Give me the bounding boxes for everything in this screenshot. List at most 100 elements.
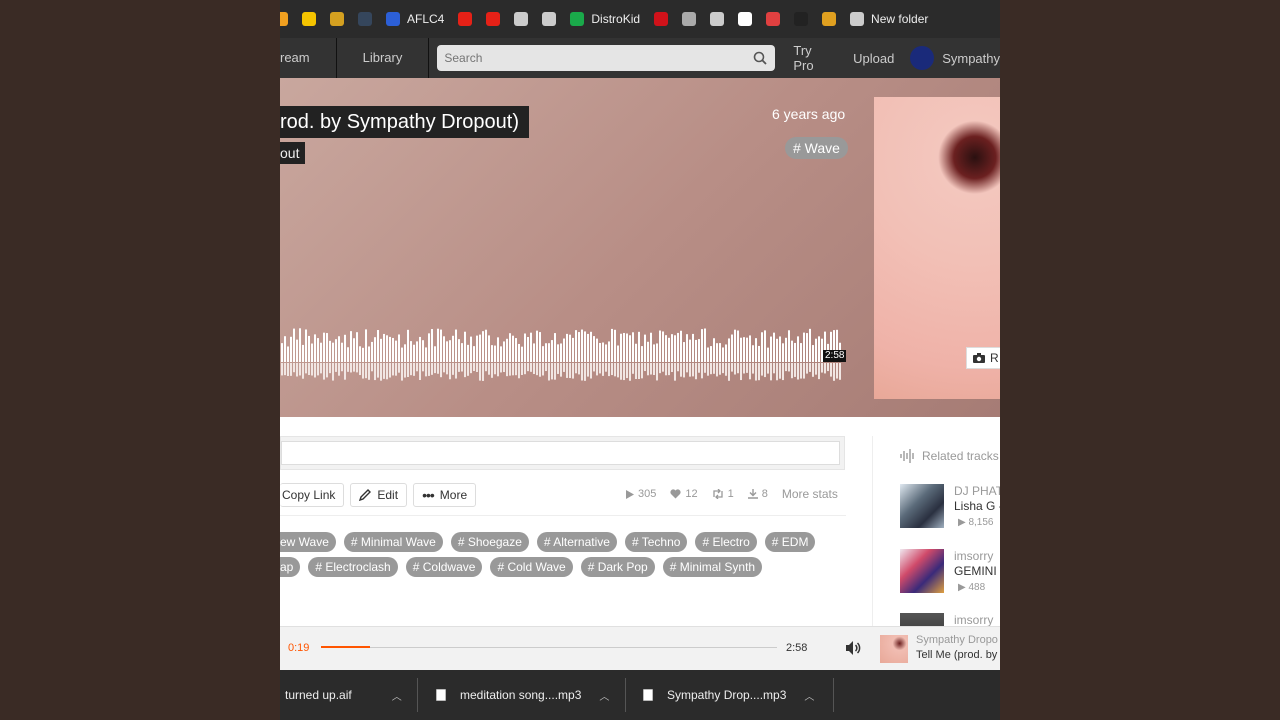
tag-chip[interactable]: # Coldwave (405, 557, 483, 577)
tag-chip[interactable]: # EDM (764, 532, 816, 552)
bookmark-item[interactable] (486, 0, 501, 38)
tag-chip[interactable]: # Cold Wave (490, 557, 573, 577)
related-track-item[interactable]: DJ PHAT Lisha G - ▶ 8,156 (900, 484, 1000, 530)
bookmark-item[interactable] (654, 0, 669, 38)
tag-chip[interactable]: # Shoegaze (450, 532, 529, 552)
bookmark-item[interactable] (280, 0, 288, 38)
bookmark-item[interactable]: New folder (850, 0, 928, 38)
bookmark-item[interactable] (794, 0, 809, 38)
avatar[interactable] (910, 46, 935, 70)
search-input[interactable] (437, 45, 776, 71)
waveform-bar (302, 363, 304, 379)
user-menu[interactable]: Sympathy (942, 51, 1000, 66)
waveform-bar (767, 347, 769, 362)
nav-tab-library[interactable]: Library (337, 38, 430, 78)
related-tracks-header[interactable]: Related tracks (900, 449, 999, 463)
bookmark-item[interactable] (542, 0, 557, 38)
tag-chip[interactable]: # Alternative (536, 532, 617, 552)
tag-chip[interactable]: # Minimal Wave (343, 532, 443, 552)
waveform-bar (293, 363, 295, 373)
repost-icon (712, 489, 723, 499)
bookmark-item[interactable] (822, 0, 837, 38)
total-time: 2:58 (786, 642, 808, 654)
track-stats: 305 12 1 8 More stats (626, 487, 838, 501)
waveform-bar (287, 363, 289, 376)
waveform-bar (596, 363, 598, 376)
download-item[interactable]: turned up.aif ︿ (285, 670, 402, 720)
bookmark-item[interactable] (458, 0, 473, 38)
waveform-bar (821, 363, 823, 373)
waveform-bar (581, 329, 583, 362)
replace-image-button[interactable]: R (966, 347, 1000, 369)
genre-tag[interactable]: # Wave (785, 137, 848, 159)
more-stats-link[interactable]: More stats (782, 487, 838, 501)
comment-input[interactable] (281, 441, 840, 465)
waveform-bar (647, 363, 649, 376)
nav-tab-stream[interactable]: ream (280, 38, 337, 78)
bookmark-item[interactable] (358, 0, 372, 38)
likes-stat[interactable]: 12 (670, 488, 698, 500)
waveform-bar (791, 340, 793, 362)
bookmark-item[interactable] (766, 0, 781, 38)
downloads-stat[interactable]: 8 (747, 488, 768, 500)
related-track-item[interactable]: imsorry GEMINI ▶ 488 (900, 549, 1000, 595)
tag-chip[interactable]: # Dark Pop (580, 557, 655, 577)
tag-chip[interactable]: ew Wave (280, 532, 336, 552)
waveform-bar (530, 332, 532, 362)
tag-chip[interactable]: # Techno (624, 532, 688, 552)
volume-icon[interactable] (844, 639, 862, 657)
waveform-bar (419, 363, 421, 381)
download-item[interactable]: meditation song....mp3 ︿ (436, 670, 609, 720)
now-playing-title[interactable]: Tell Me (prod. by (916, 649, 997, 661)
waveform-bar (653, 344, 655, 362)
waveform-bar (470, 336, 472, 362)
chevron-up-icon[interactable]: ︿ (804, 688, 814, 703)
related-track-item[interactable]: imsorry (900, 613, 1000, 626)
copy-link-button[interactable]: Copy Link (280, 483, 345, 507)
waveform-bar (650, 363, 652, 375)
bookmark-item[interactable] (302, 0, 316, 38)
bookmark-item[interactable] (514, 0, 529, 38)
tag-chip[interactable]: # Electroclash (308, 557, 398, 577)
waveform-bar (479, 334, 481, 362)
search-icon[interactable] (753, 51, 768, 65)
bookmark-item[interactable] (710, 0, 725, 38)
waveform[interactable] (280, 303, 846, 393)
duration-badge: 2:58 (823, 350, 847, 362)
track-artist[interactable]: out (280, 142, 306, 164)
globe-icon (514, 12, 529, 26)
progress-track[interactable] (321, 646, 777, 648)
bookmark-item[interactable]: AFLC4 (386, 0, 444, 38)
now-playing-thumb[interactable] (880, 635, 908, 663)
tag-chip[interactable]: # Electro (695, 532, 757, 552)
edit-button[interactable]: Edit (350, 483, 408, 507)
tag-chip[interactable]: ap (280, 557, 301, 577)
download-item[interactable]: Sympathy Drop....mp3 ︿ (643, 670, 814, 720)
waveform-bar (710, 346, 712, 362)
waveform-bar (560, 363, 562, 377)
bookmark-item[interactable]: DistroKid (570, 0, 640, 38)
bookmark-item[interactable] (738, 0, 753, 38)
bookmark-item[interactable] (682, 0, 697, 38)
waveform-bar (335, 363, 337, 372)
upload-link[interactable]: Upload (853, 51, 894, 66)
chevron-up-icon[interactable]: ︿ (392, 688, 402, 703)
waveform-bar (452, 335, 454, 362)
more-button[interactable]: ••• More (413, 483, 477, 507)
waveform-bar (443, 336, 445, 362)
waveform-bar (575, 363, 577, 374)
waveform-bar (392, 363, 394, 376)
waveform-bar (791, 363, 793, 379)
tag-chip[interactable]: # Minimal Synth (662, 557, 763, 577)
chevron-up-icon[interactable]: ︿ (599, 688, 609, 703)
now-playing-artist[interactable]: Sympathy Dropo (916, 634, 998, 646)
try-pro-link[interactable]: Try Pro (793, 43, 835, 73)
bookmark-item[interactable] (330, 0, 344, 38)
waveform-bar (458, 339, 460, 362)
reposts-stat[interactable]: 1 (712, 488, 734, 500)
waveform-bar (365, 363, 367, 379)
download-divider (833, 678, 834, 712)
waveform-bar (608, 341, 610, 362)
waveform-bar (569, 363, 571, 379)
waveform-bar (659, 363, 661, 374)
